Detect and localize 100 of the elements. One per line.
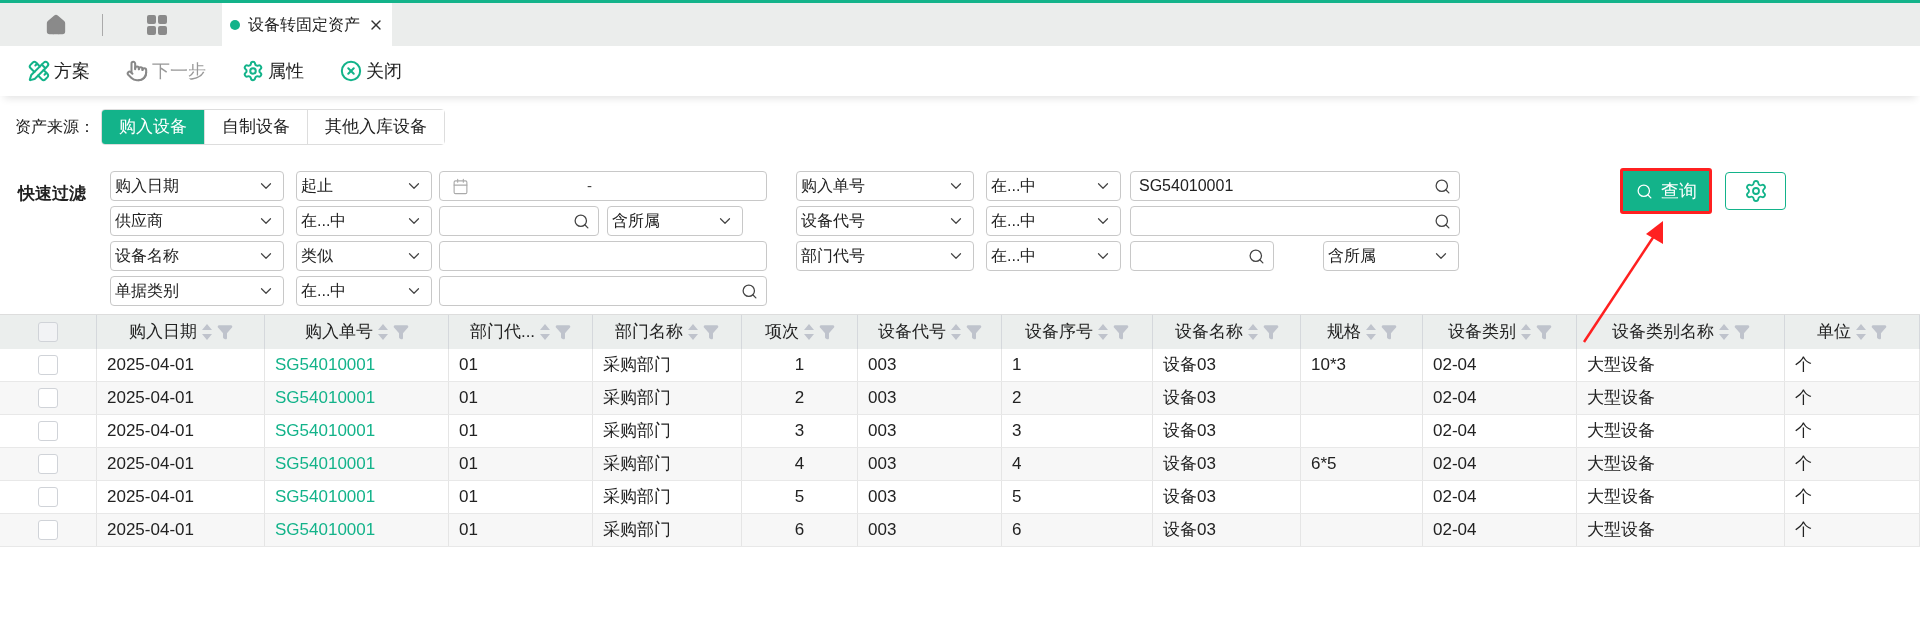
toolbar-button[interactable]: 属性: [242, 57, 304, 85]
row-checkbox[interactable]: [38, 454, 58, 474]
filter-icon[interactable]: [818, 324, 835, 340]
input-field[interactable]: [439, 241, 767, 271]
settings-button[interactable]: [1725, 172, 1786, 210]
range-separator: -: [587, 175, 592, 196]
source-label: 资产来源：: [15, 117, 95, 137]
sort-icon[interactable]: [1246, 322, 1259, 342]
sort-icon[interactable]: [200, 322, 213, 342]
table-cell-text: 2025-04-01: [107, 420, 194, 443]
table-cell-text: 设备03: [1163, 519, 1216, 542]
dropdown-select[interactable]: 含所属: [607, 206, 743, 236]
table-cell-text: 采购部门: [603, 486, 671, 509]
sort-icon[interactable]: [949, 322, 962, 342]
table-cell-text: 2025-04-01: [107, 453, 194, 476]
search-field[interactable]: SG54010001: [1130, 171, 1460, 201]
table-cell-text: 01: [459, 354, 478, 377]
dropdown-select[interactable]: 含所属: [1323, 241, 1459, 271]
sort-icon[interactable]: [1519, 322, 1532, 342]
filter-icon[interactable]: [1113, 324, 1129, 340]
search-field[interactable]: [439, 206, 599, 236]
search-field[interactable]: [1130, 206, 1460, 236]
source-tab[interactable]: 其他入库设备: [307, 110, 444, 144]
table-cell-text: 01: [459, 420, 478, 443]
dropdown-select[interactable]: 设备代号: [796, 206, 974, 236]
search-icon: [1635, 182, 1653, 200]
table-cell-text: 采购部门: [603, 519, 671, 542]
filter-icon[interactable]: [703, 324, 719, 340]
date-range-field[interactable]: -: [439, 171, 767, 201]
dropdown-select[interactable]: 购入单号: [796, 171, 974, 201]
home-icon[interactable]: [45, 13, 67, 36]
dropdown-select[interactable]: 在...中: [296, 276, 432, 306]
table-cell-text: 02-04: [1433, 519, 1477, 542]
table-cell-text: 大型设备: [1587, 387, 1655, 410]
dropdown-select[interactable]: 在...中: [986, 206, 1121, 236]
sort-icon[interactable]: [1855, 322, 1867, 342]
filter-icon[interactable]: [965, 324, 982, 340]
filter-icon[interactable]: [1871, 324, 1887, 340]
search-field[interactable]: [439, 276, 767, 306]
dropdown-select[interactable]: 单据类别: [110, 276, 284, 306]
filter-icon[interactable]: [555, 324, 572, 340]
table-cell-text: 003: [868, 453, 897, 476]
search-field[interactable]: [1130, 241, 1274, 271]
dropdown-select[interactable]: 在...中: [296, 206, 432, 236]
sort-icon[interactable]: [1364, 322, 1377, 342]
filter-icon[interactable]: [216, 324, 233, 340]
table-cell-text: 2025-04-01: [107, 519, 194, 542]
table-cell-text: 003: [868, 486, 897, 509]
dropdown-select[interactable]: 设备名称: [110, 241, 284, 271]
row-checkbox[interactable]: [38, 388, 58, 408]
table-cell-text: 采购部门: [603, 354, 671, 377]
dropdown-select[interactable]: 在...中: [986, 171, 1121, 201]
table-cell-text: 01: [459, 453, 478, 476]
close-icon: [340, 60, 362, 82]
table-cell-text: 01: [459, 519, 478, 542]
search-icon: [1248, 247, 1265, 265]
hand-pointer-icon: [126, 60, 148, 82]
row-checkbox[interactable]: [38, 421, 58, 441]
page-tab[interactable]: 设备转固定资产: [222, 3, 392, 46]
table-cell-text: 设备03: [1163, 486, 1216, 509]
table-cell-text: 5: [794, 486, 805, 509]
table-cell-text: 2: [794, 387, 805, 410]
table-cell-text: 2: [1012, 387, 1022, 410]
filter-icon[interactable]: [1380, 324, 1397, 340]
sort-icon[interactable]: [687, 322, 699, 342]
filter-icon[interactable]: [1733, 324, 1750, 340]
dropdown-select[interactable]: 类似: [296, 241, 432, 271]
sort-icon[interactable]: [1717, 322, 1730, 342]
table-cell-text: 个: [1795, 420, 1812, 443]
toolbar-button[interactable]: 方案: [28, 57, 90, 85]
select-all-checkbox[interactable]: [38, 322, 58, 342]
dropdown-select[interactable]: 购入日期: [110, 171, 284, 201]
filter-icon[interactable]: [1262, 324, 1279, 340]
grid-icon[interactable]: [145, 12, 169, 37]
toolbar-button[interactable]: 关闭: [340, 57, 402, 85]
table-cell-text: 6: [1012, 519, 1022, 542]
table-cell-text: 个: [1795, 453, 1812, 476]
search-icon: [1434, 212, 1451, 230]
table-cell-text: 个: [1795, 519, 1812, 542]
filter-icon[interactable]: [392, 324, 409, 340]
table-cell-text: 2025-04-01: [107, 387, 194, 410]
row-checkbox[interactable]: [38, 487, 58, 507]
row-checkbox[interactable]: [38, 520, 58, 540]
table-cell-text: 采购部门: [603, 387, 671, 410]
dropdown-select[interactable]: 供应商: [110, 206, 284, 236]
filter-icon[interactable]: [1535, 324, 1552, 340]
dropdown-select[interactable]: 部门代号: [796, 241, 974, 271]
dropdown-select[interactable]: 起止: [296, 171, 432, 201]
sort-icon[interactable]: [376, 322, 389, 342]
table-cell-text: 003: [868, 387, 897, 410]
table-cell-text: 1: [794, 354, 805, 377]
dropdown-select[interactable]: 在...中: [986, 241, 1121, 271]
table-cell-text: 3: [794, 420, 805, 443]
row-checkbox[interactable]: [38, 355, 58, 375]
table-cell-text: 003: [868, 519, 897, 542]
settings-icon: [1743, 179, 1768, 203]
sort-icon[interactable]: [539, 322, 552, 342]
sort-icon[interactable]: [1097, 322, 1109, 342]
table-cell-text: 6*5: [1311, 453, 1337, 476]
sort-icon[interactable]: [802, 322, 815, 342]
